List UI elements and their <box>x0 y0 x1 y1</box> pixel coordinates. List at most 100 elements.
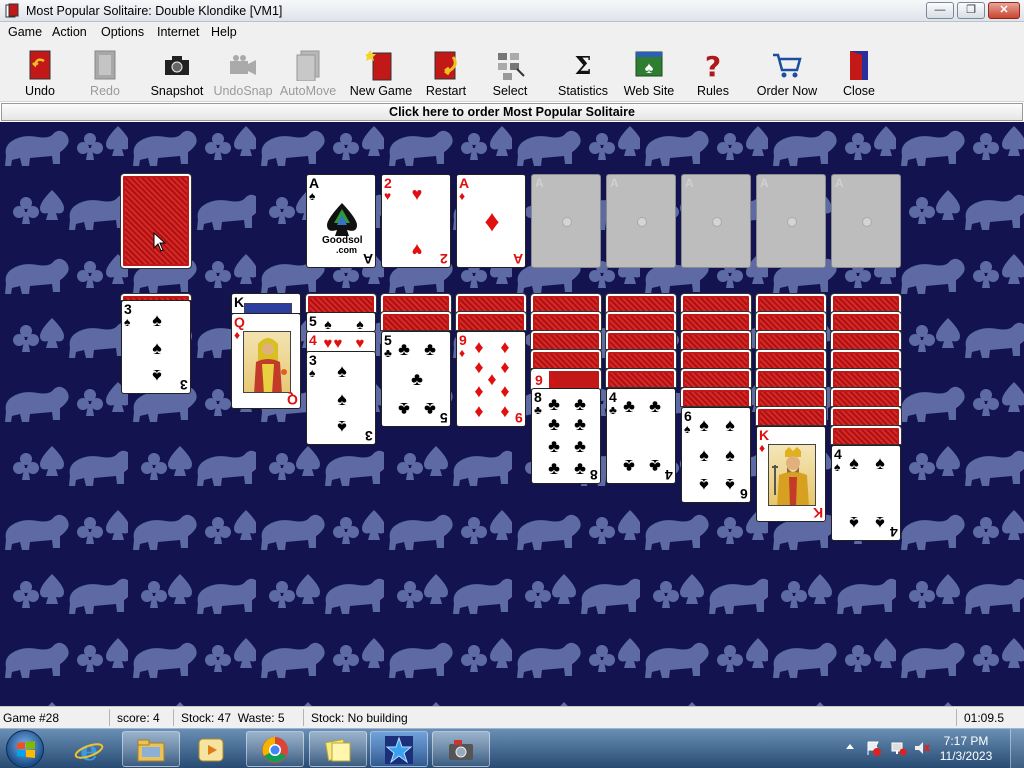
face-down-card <box>830 349 902 369</box>
five-clubs-card[interactable]: 5 ♣ ♣ ♣ ♣ ♣ ♣ 5 <box>381 331 451 427</box>
empty-foundation[interactable]: A <box>831 174 901 268</box>
face-down-card <box>830 330 902 350</box>
face-down-card <box>680 330 752 350</box>
close-window-button[interactable]: ✕ <box>988 2 1020 19</box>
face-down-card <box>605 311 677 331</box>
foundation-3[interactable]: A ♦ ♦ A <box>456 174 526 268</box>
show-hidden-icons[interactable] <box>845 742 855 752</box>
face-down-card <box>605 330 677 350</box>
face-down-card <box>605 293 677 313</box>
show-desktop-button[interactable] <box>1010 729 1024 768</box>
face-down-card <box>455 293 527 313</box>
minimize-button[interactable]: — <box>926 2 954 19</box>
action-center-flag-icon[interactable] <box>866 740 882 756</box>
face-down-card <box>380 311 452 331</box>
taskbar-media-player[interactable] <box>182 731 240 767</box>
statistics-button[interactable]: Σ Statistics <box>551 46 615 100</box>
face-down-card <box>755 406 827 426</box>
eight-clubs-card[interactable]: 8 ♣ ♣ ♣ ♣ ♣ ♣ ♣ ♣ ♣ 8 <box>531 388 601 484</box>
stock-pile[interactable] <box>120 173 192 269</box>
four-spades-card[interactable]: 4 ♠ ♠ ♠ ♠ ♠ 4 <box>831 445 901 541</box>
king-diamonds-tableau-card[interactable]: K ♦ K <box>756 426 826 522</box>
rules-button[interactable]: ? Rules <box>681 46 745 100</box>
face-down-card <box>830 311 902 331</box>
website-button[interactable]: ♠ Web Site <box>617 46 681 100</box>
face-down-card <box>830 368 902 388</box>
foundation-1[interactable]: A ♠ Goodsol .com A <box>306 174 376 268</box>
snapshot-button[interactable]: Snapshot <box>145 46 209 100</box>
mouse-cursor-icon <box>153 232 167 252</box>
waste-top-card[interactable]: 3 ♠ ♠ ♠ ♠ 3 <box>121 300 191 394</box>
face-down-card <box>680 387 752 407</box>
face-down-card <box>305 293 377 313</box>
face-down-card <box>680 311 752 331</box>
three-spades-card[interactable]: 3 ♠ ♠ ♠ ♠ 3 <box>306 351 376 445</box>
maximize-button[interactable]: ❐ <box>957 2 985 19</box>
menu-help[interactable]: Help <box>211 25 237 39</box>
king-diamonds-card[interactable]: K <box>231 293 301 313</box>
four-clubs-card[interactable]: 4 ♣ ♣ ♣ ♣ ♣ 4 <box>606 388 676 484</box>
face-down-card <box>605 368 677 388</box>
face-down-card <box>680 349 752 369</box>
menu-action[interactable]: Action <box>52 25 87 39</box>
restart-button[interactable]: Restart <box>414 46 478 100</box>
menu-game[interactable]: Game <box>8 25 42 39</box>
question-icon: ? <box>705 50 721 81</box>
order-banner[interactable]: Click here to order Most Popular Solitai… <box>1 103 1023 121</box>
stock-waste-count: Stock: 47 Waste: 5 <box>181 711 285 725</box>
taskbar-explorer[interactable] <box>122 731 180 767</box>
game-table[interactable]: A ♠ Goodsol .com A 2 ♥ ♥ ♥ 2 A ♦ ♦ A A A A … <box>0 122 1024 706</box>
five-spades-card[interactable]: 5 ♠ ♠ <box>306 312 376 332</box>
cart-icon <box>773 53 802 78</box>
door-icon <box>850 51 868 80</box>
new-game-icon <box>366 50 392 81</box>
empty-foundation[interactable]: A <box>681 174 751 268</box>
empty-foundation[interactable]: A <box>606 174 676 268</box>
undo-button[interactable]: Undo <box>8 46 72 100</box>
menu-internet[interactable]: Internet <box>157 25 199 39</box>
building-status: Stock: No building <box>311 711 408 725</box>
six-spades-card[interactable]: 6 ♠ ♠ ♠ ♠ ♠ ♠ ♠ 6 <box>681 407 751 503</box>
order-now-button[interactable]: Order Now <box>755 46 819 100</box>
taskbar-solitaire[interactable] <box>370 731 428 767</box>
window-title: Most Popular Solitaire: Double Klondike … <box>26 4 283 18</box>
foundation-2[interactable]: 2 ♥ ♥ ♥ 2 <box>381 174 451 268</box>
clock-date: 11/3/2023 <box>939 749 993 763</box>
svg-text:Σ: Σ <box>575 51 592 80</box>
taskbar-internet-explorer[interactable]: e <box>60 731 118 767</box>
nine-diamonds-card[interactable]: 9 ♦ ♦ ♦ ♦ ♦ ♦ ♦ ♦ ♦ ♦ 9 <box>456 331 526 427</box>
queen-diamonds-card[interactable]: Q ♦ Q <box>231 313 301 409</box>
system-clock[interactable]: 7:17 PM 11/3/2023 <box>936 734 996 764</box>
camera-icon <box>165 56 189 75</box>
taskbar-snipping-tool[interactable] <box>432 731 490 767</box>
new-game-button[interactable]: New Game <box>349 46 413 100</box>
close-icon: ✕ <box>999 4 1009 16</box>
four-hearts-card[interactable]: 4 ♥ ♥ ♥ <box>306 331 376 353</box>
face-down-card <box>755 368 827 388</box>
taskbar-chrome[interactable] <box>246 731 304 767</box>
website-icon: ♠ <box>635 51 663 77</box>
start-button[interactable] <box>6 730 44 768</box>
face-down-card <box>380 293 452 313</box>
undosnap-button[interactable]: UndoSnap <box>211 46 275 100</box>
face-down-card <box>530 311 602 331</box>
folder-icon <box>137 739 165 762</box>
score: score: 4 <box>117 711 160 725</box>
menu-options[interactable]: Options <box>101 25 144 39</box>
empty-foundation[interactable]: A <box>531 174 601 268</box>
redo-button[interactable]: Redo <box>73 46 137 100</box>
face-down-card <box>755 387 827 407</box>
face-down-card <box>830 406 902 426</box>
camera-app-icon <box>449 740 473 760</box>
taskbar-sticky-notes[interactable] <box>309 731 367 767</box>
game-number: Game #28 <box>3 711 60 725</box>
close-game-button[interactable]: Close <box>827 46 891 100</box>
internet-explorer-icon: e <box>74 735 104 765</box>
select-button[interactable]: Select <box>478 46 542 100</box>
network-icon[interactable] <box>891 740 907 756</box>
volume-muted-icon[interactable] <box>914 740 930 756</box>
face-down-card <box>755 293 827 313</box>
face-down-card <box>530 293 602 313</box>
automove-button[interactable]: AutoMove <box>276 46 340 100</box>
empty-foundation[interactable]: A <box>756 174 826 268</box>
